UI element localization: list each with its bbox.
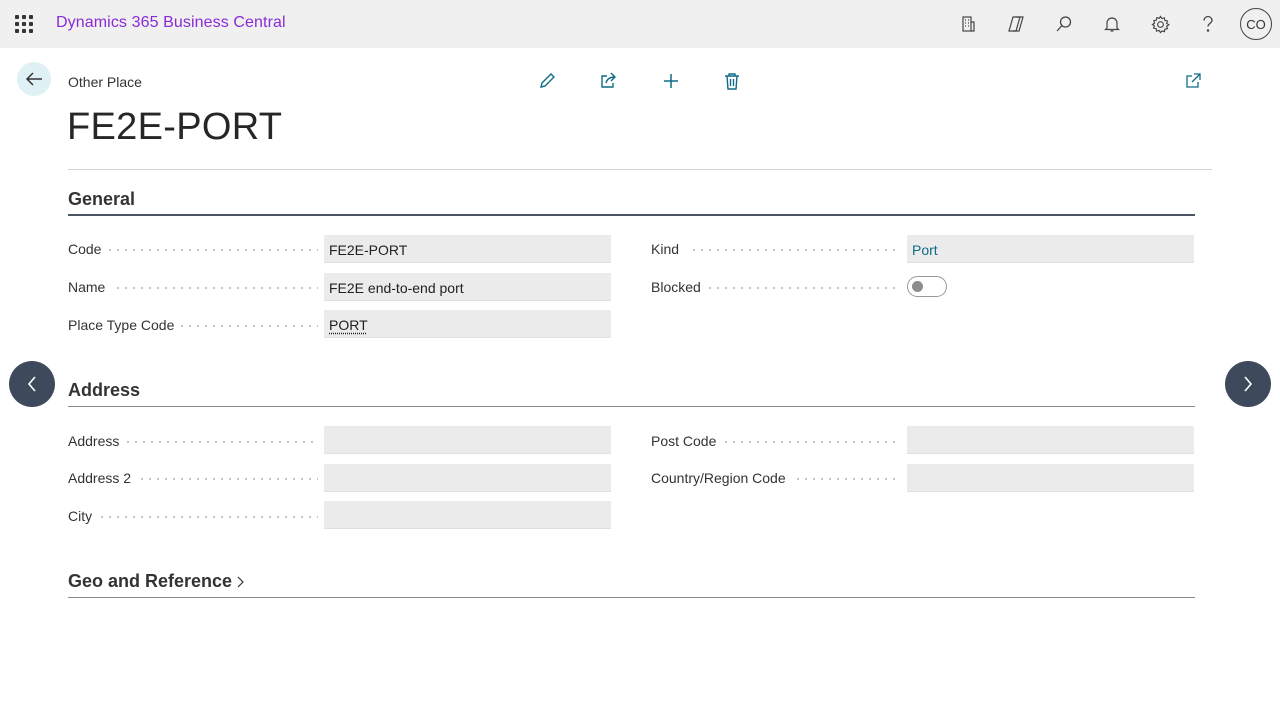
address-leader — [124, 441, 318, 443]
header-divider — [68, 169, 1212, 170]
city-label: City — [68, 508, 93, 524]
blocked-toggle[interactable] — [907, 276, 947, 297]
section-general-divider — [68, 214, 1195, 216]
post-code-label: Post Code — [651, 433, 717, 449]
address2-leader — [138, 478, 318, 480]
new-icon[interactable] — [660, 70, 682, 92]
copilot-icon[interactable] — [1004, 12, 1028, 36]
back-button[interactable] — [17, 62, 51, 96]
bell-icon[interactable] — [1100, 12, 1124, 36]
section-address-title[interactable]: Address — [68, 380, 140, 401]
help-icon[interactable] — [1196, 12, 1220, 36]
place-type-code-leader — [178, 325, 318, 327]
chevron-right-icon — [237, 576, 244, 587]
address-label: Address — [68, 433, 120, 449]
blocked-leader — [706, 287, 901, 289]
open-new-window-icon[interactable] — [1182, 70, 1204, 92]
kind-select[interactable]: Port — [907, 235, 1194, 263]
code-field[interactable]: FE2E-PORT — [324, 235, 611, 263]
name-field[interactable]: FE2E end-to-end port — [324, 273, 611, 301]
country-region-code-leader — [794, 478, 901, 480]
toggle-knob — [912, 281, 923, 292]
section-geo-reference-label: Geo and Reference — [68, 571, 233, 591]
post-code-field[interactable] — [907, 426, 1194, 454]
post-code-leader — [722, 441, 901, 443]
code-label: Code — [68, 241, 102, 257]
place-type-code-field[interactable]: PORT — [324, 310, 611, 338]
top-bar: Dynamics 365 Business Central CO — [0, 0, 1280, 48]
chevron-left-icon — [27, 376, 36, 392]
waffle-icon[interactable] — [15, 15, 33, 33]
search-icon[interactable] — [1052, 12, 1076, 36]
section-geo-reference-divider — [68, 597, 1195, 598]
app-title[interactable]: Dynamics 365 Business Central — [56, 14, 286, 32]
country-region-code-field[interactable] — [907, 464, 1194, 492]
blocked-label: Blocked — [651, 279, 701, 295]
delete-icon[interactable] — [721, 70, 743, 92]
avatar[interactable]: CO — [1240, 8, 1272, 40]
arrow-left-icon — [25, 72, 42, 86]
name-label: Name — [68, 279, 106, 295]
page-title: FE2E-PORT — [67, 106, 283, 148]
share-icon[interactable] — [597, 70, 619, 92]
code-leader — [106, 249, 318, 251]
section-general-title[interactable]: General — [68, 189, 135, 210]
page-caption: Other Place — [68, 74, 142, 90]
kind-leader — [690, 249, 901, 251]
previous-record-button[interactable] — [9, 361, 55, 407]
address-field[interactable] — [324, 426, 611, 454]
section-address-divider — [68, 406, 1195, 407]
chevron-right-icon — [1244, 376, 1253, 392]
name-leader — [114, 287, 318, 289]
kind-label: Kind — [651, 241, 680, 257]
city-field[interactable] — [324, 501, 611, 529]
country-region-code-label: Country/Region Code — [651, 470, 786, 486]
address2-label: Address 2 — [68, 470, 132, 486]
gear-icon[interactable] — [1148, 12, 1172, 36]
edit-icon[interactable] — [536, 70, 558, 92]
place-type-code-label: Place Type Code — [68, 317, 175, 333]
city-leader — [98, 516, 318, 518]
document-icon[interactable] — [956, 12, 980, 36]
next-record-button[interactable] — [1225, 361, 1271, 407]
section-geo-reference-title[interactable]: Geo and Reference — [68, 571, 245, 592]
address2-field[interactable] — [324, 464, 611, 492]
